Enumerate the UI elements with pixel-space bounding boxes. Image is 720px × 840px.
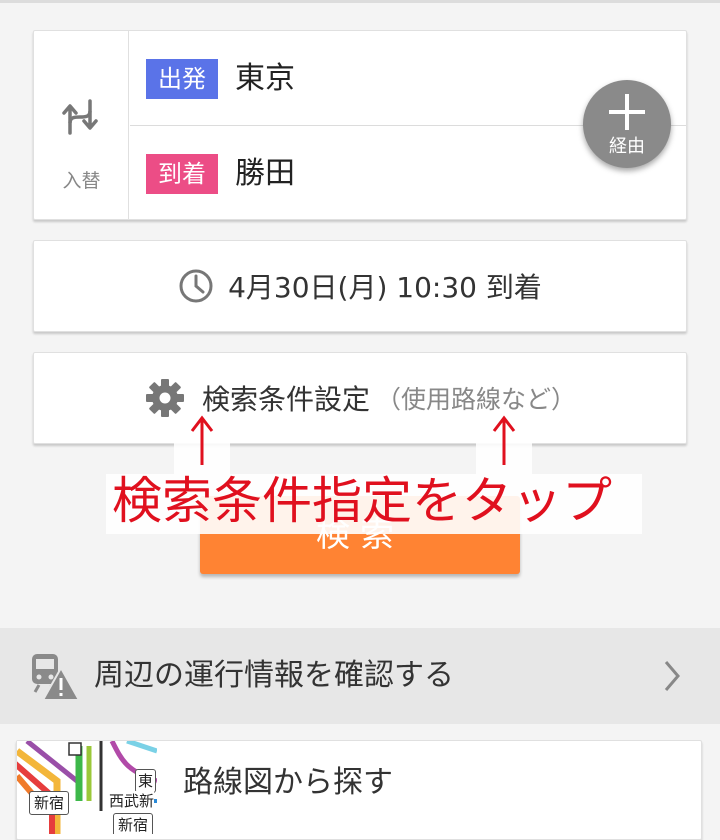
datetime-text: 4月30日(月) 10:30 到着	[228, 271, 542, 304]
operation-info-button[interactable]: 周辺の運行情報を確認する	[0, 628, 720, 724]
route-map-thumbnail: 新宿 東 西武新 新宿	[17, 741, 157, 834]
operation-info-label: 周辺の運行情報を確認する	[94, 658, 454, 693]
map-label: 新宿	[113, 813, 154, 834]
chevron-right-icon	[664, 661, 680, 691]
train-warning-icon	[32, 654, 80, 701]
conditions-sub: （使用路線など）	[376, 385, 577, 414]
conditions-label: 検索条件設定	[201, 383, 370, 416]
arrival-badge: 到着	[146, 154, 218, 194]
swap-button[interactable]: 入替	[34, 31, 129, 219]
up-arrow-icon	[190, 415, 214, 465]
search-conditions-button[interactable]: 検索条件設定 （使用路線など）	[33, 352, 687, 444]
swap-label: 入替	[62, 170, 101, 192]
via-label: 経由	[609, 136, 645, 157]
swap-vertical-icon	[62, 99, 98, 135]
gear-icon	[145, 379, 184, 417]
annotation-text: 検索条件指定をタップ	[112, 472, 612, 530]
departure-station: 東京	[235, 61, 295, 96]
map-label: 西武新	[109, 791, 155, 811]
top-divider	[0, 0, 720, 3]
up-arrow-icon	[492, 415, 516, 465]
clock-icon	[179, 269, 213, 303]
arrival-station: 勝田	[235, 156, 295, 191]
add-via-button[interactable]: 経由	[583, 80, 671, 168]
route-map-label: 路線図から探す	[183, 765, 393, 800]
map-label: 東	[135, 769, 157, 793]
plus-icon	[609, 94, 645, 130]
departure-badge: 出発	[146, 59, 218, 99]
route-map-button[interactable]: 新宿 東 西武新 新宿 路線図から探す	[16, 740, 702, 840]
datetime-button[interactable]: 4月30日(月) 10:30 到着	[33, 240, 687, 332]
map-label: 新宿	[29, 791, 70, 815]
